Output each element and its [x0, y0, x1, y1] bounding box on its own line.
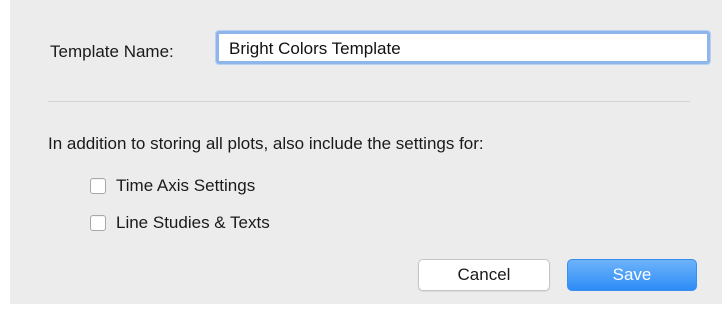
save-template-dialog: Template Name: In addition to storing al… [10, 0, 722, 304]
template-name-input[interactable] [216, 31, 710, 64]
option-time-axis-settings[interactable]: Time Axis Settings [90, 176, 255, 196]
cancel-button[interactable]: Cancel [418, 259, 550, 291]
time-axis-settings-checkbox[interactable] [90, 178, 106, 194]
instructions-text: In addition to storing all plots, also i… [48, 134, 484, 153]
time-axis-settings-label[interactable]: Time Axis Settings [116, 176, 255, 196]
divider [48, 101, 690, 102]
option-line-studies-texts[interactable]: Line Studies & Texts [90, 213, 270, 233]
line-studies-texts-checkbox[interactable] [90, 215, 106, 231]
template-name-label: Template Name: [50, 42, 174, 61]
save-button[interactable]: Save [567, 259, 697, 291]
line-studies-texts-label[interactable]: Line Studies & Texts [116, 213, 270, 233]
